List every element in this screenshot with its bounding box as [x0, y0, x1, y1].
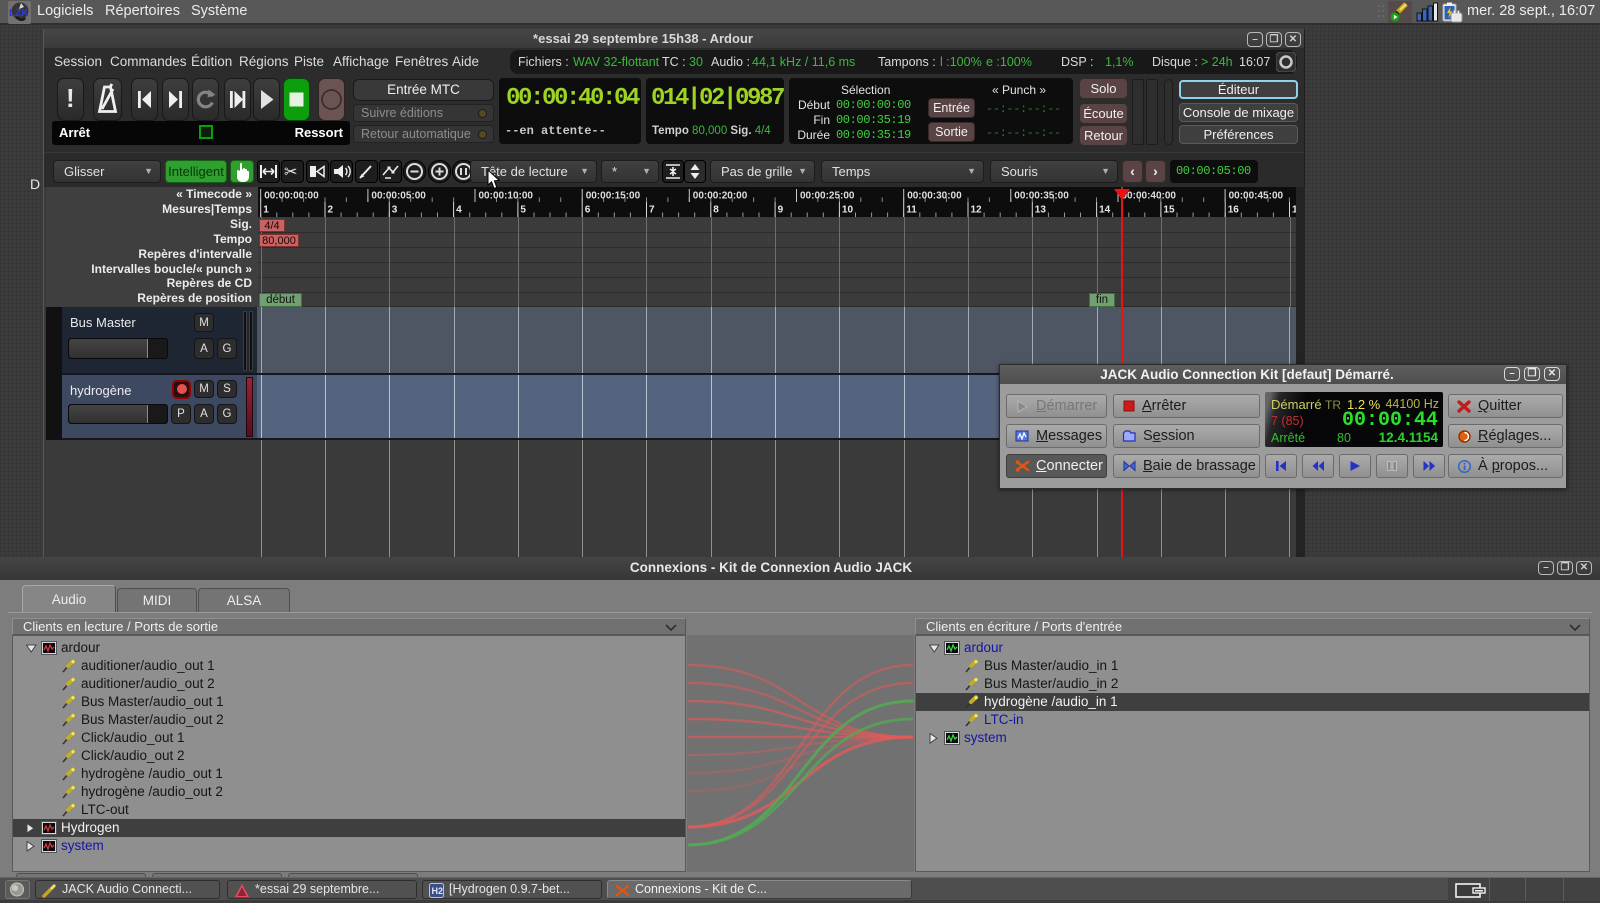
svg-text:13: 13: [1035, 205, 1047, 216]
svg-text:00:00:25:00: 00:00:25:00: [800, 191, 855, 202]
svg-text:00:00:30:00: 00:00:30:00: [907, 191, 962, 202]
svg-text:00:00:10:00: 00:00:10:00: [479, 191, 534, 202]
svg-text:00:00:45:00: 00:00:45:00: [1229, 191, 1284, 202]
svg-text:8: 8: [713, 205, 719, 216]
svg-text:11: 11: [906, 205, 917, 216]
svg-text:3: 3: [392, 205, 398, 216]
svg-text:7: 7: [649, 205, 655, 216]
svg-text:00:00:00:00: 00:00:00:00: [264, 191, 319, 202]
svg-text:14: 14: [1099, 205, 1111, 216]
svg-text:16: 16: [1228, 205, 1240, 216]
svg-text:LZK: LZK: [9, 8, 29, 19]
svg-text:2: 2: [328, 205, 334, 216]
svg-text:5: 5: [520, 205, 526, 216]
svg-text:15: 15: [1163, 205, 1175, 216]
svg-text:✂: ✂: [284, 164, 297, 181]
svg-text:00:00:35:00: 00:00:35:00: [1014, 191, 1069, 202]
svg-text:H2: H2: [432, 886, 444, 896]
svg-text:00:00:05:00: 00:00:05:00: [371, 191, 426, 202]
svg-text:6: 6: [585, 205, 591, 216]
svg-text:00:00:15:00: 00:00:15:00: [586, 191, 641, 202]
svg-text:00:00:20:00: 00:00:20:00: [693, 191, 748, 202]
svg-text:9: 9: [778, 205, 784, 216]
svg-text:12: 12: [971, 205, 983, 216]
svg-text:1: 1: [263, 205, 269, 216]
svg-text:10: 10: [842, 205, 854, 216]
svg-text:4: 4: [456, 205, 462, 216]
svg-text:!: !: [66, 83, 75, 113]
